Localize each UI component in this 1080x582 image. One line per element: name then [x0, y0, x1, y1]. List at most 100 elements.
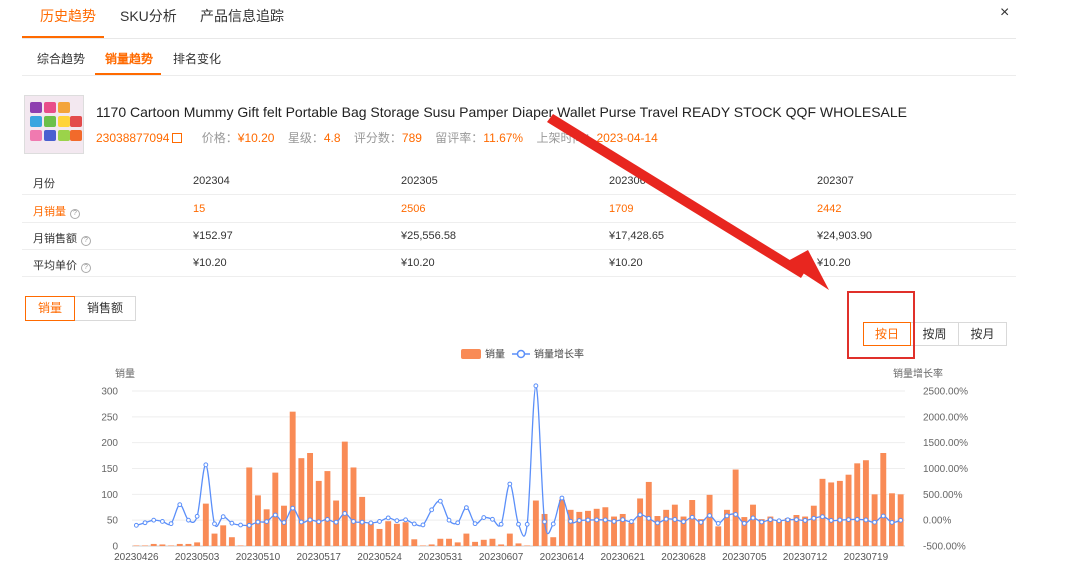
stats-row-revenue: 月销售额? ¥152.97 ¥25,556.58 ¥17,428.65 ¥24,… — [22, 223, 1016, 250]
y2-tick-label: -500.00% — [923, 542, 966, 553]
stats-cell: 2506 — [401, 203, 426, 215]
growth-point — [229, 520, 235, 526]
bar — [550, 537, 557, 546]
growth-point — [585, 517, 591, 523]
listed-label: 上架时间： — [536, 131, 597, 145]
bar — [515, 543, 522, 546]
bar — [506, 533, 513, 546]
bar — [558, 499, 565, 546]
growth-point — [507, 481, 513, 487]
bar — [489, 538, 496, 546]
bar — [437, 538, 444, 546]
legend-label-sales: 销量 — [485, 348, 505, 361]
help-icon[interactable]: ? — [70, 209, 80, 219]
growth-point — [542, 519, 547, 525]
growth-point — [533, 383, 539, 389]
stats-cell: 202306 — [609, 175, 646, 187]
growth-point — [368, 520, 374, 526]
price-label: 价格： — [201, 131, 238, 145]
growth-point — [646, 515, 652, 521]
bar — [228, 537, 235, 546]
metric-revenue-button[interactable]: 销售额 — [75, 296, 137, 321]
growth-point — [455, 520, 461, 526]
y-tick-label: 250 — [101, 412, 118, 423]
y-tick-label: 150 — [101, 464, 118, 475]
x-tick-label: 20230621 — [600, 552, 645, 563]
help-icon[interactable]: ? — [81, 236, 91, 246]
growth-point — [715, 520, 721, 526]
external-link-icon[interactable] — [172, 133, 183, 143]
y2-tick-label: 1000.00% — [923, 464, 968, 475]
growth-point — [880, 513, 886, 519]
growth-point — [828, 518, 834, 523]
bar — [298, 458, 305, 546]
growth-point — [385, 515, 391, 521]
growth-point — [854, 516, 860, 522]
product-id-link[interactable]: 23038877094 — [96, 131, 169, 145]
price-value: ¥10.20 — [237, 131, 275, 145]
bar — [689, 500, 696, 546]
metric-sales-button[interactable]: 销量 — [25, 296, 76, 321]
growth-point — [281, 520, 287, 525]
tab-product-tracking[interactable]: 产品信息追踪 — [200, 6, 284, 26]
x-tick-label: 20230712 — [783, 552, 828, 563]
stats-cell: ¥10.20 — [193, 257, 227, 269]
growth-point — [794, 517, 799, 522]
growth-point — [611, 519, 617, 524]
bar — [845, 474, 852, 546]
growth-point — [403, 517, 408, 523]
bar — [341, 441, 348, 546]
growth-point — [429, 507, 435, 513]
bar — [281, 505, 287, 546]
subtab-sales-trend[interactable]: 销量趋势 — [105, 50, 153, 67]
rating-label: 星级： — [287, 131, 324, 145]
bar — [263, 509, 270, 546]
bar — [862, 460, 869, 546]
close-icon[interactable]: × — [1000, 4, 1009, 22]
growth-point — [498, 521, 504, 527]
bar — [463, 533, 470, 546]
growth-point — [255, 519, 261, 525]
growth-point — [568, 518, 574, 524]
stats-cell: 202305 — [401, 175, 438, 187]
stats-cell: ¥25,556.58 — [401, 230, 457, 242]
bar — [602, 507, 609, 546]
product-title: 1170 Cartoon Mummy Gift felt Portable Ba… — [96, 104, 908, 120]
growth-point — [264, 519, 270, 525]
bar — [402, 522, 409, 546]
stats-cell: 202304 — [193, 175, 230, 187]
help-icon[interactable]: ? — [81, 263, 91, 273]
growth-point — [246, 522, 252, 528]
x-tick-label: 20230628 — [661, 552, 706, 563]
y2-axis-label: 销量增长率 — [893, 367, 943, 380]
bar — [854, 463, 861, 546]
revenue-label: 月销售额? — [33, 230, 91, 246]
growth-point — [220, 514, 226, 520]
bar — [420, 545, 426, 546]
bar — [315, 480, 322, 546]
bar — [367, 523, 374, 546]
x-tick-label: 20230614 — [540, 552, 585, 563]
growth-point — [741, 520, 747, 526]
bar — [819, 478, 826, 546]
stats-cell: ¥10.20 — [609, 257, 643, 269]
bar — [628, 522, 635, 546]
tab-history-trend[interactable]: 历史趋势 — [40, 6, 96, 26]
bar — [272, 472, 279, 546]
bar — [133, 545, 140, 546]
subtab-overall-trend[interactable]: 综合趋势 — [37, 50, 85, 67]
growth-point — [811, 515, 817, 521]
growth-point — [142, 520, 148, 526]
subtab-rank-change[interactable]: 排名变化 — [173, 50, 221, 67]
growth-point — [629, 519, 634, 524]
stats-row-sales: 月销量? 15 2506 1709 2442 — [22, 196, 1016, 223]
x-tick-label: 20230524 — [357, 552, 402, 563]
bar — [880, 453, 887, 546]
product-thumbnail[interactable] — [24, 95, 84, 154]
growth-point — [463, 505, 469, 511]
bar — [411, 539, 418, 546]
tab-sku-analysis[interactable]: SKU分析 — [120, 6, 177, 26]
growth-point — [576, 518, 582, 523]
stats-cell: 1709 — [609, 203, 634, 215]
growth-point — [516, 521, 521, 527]
